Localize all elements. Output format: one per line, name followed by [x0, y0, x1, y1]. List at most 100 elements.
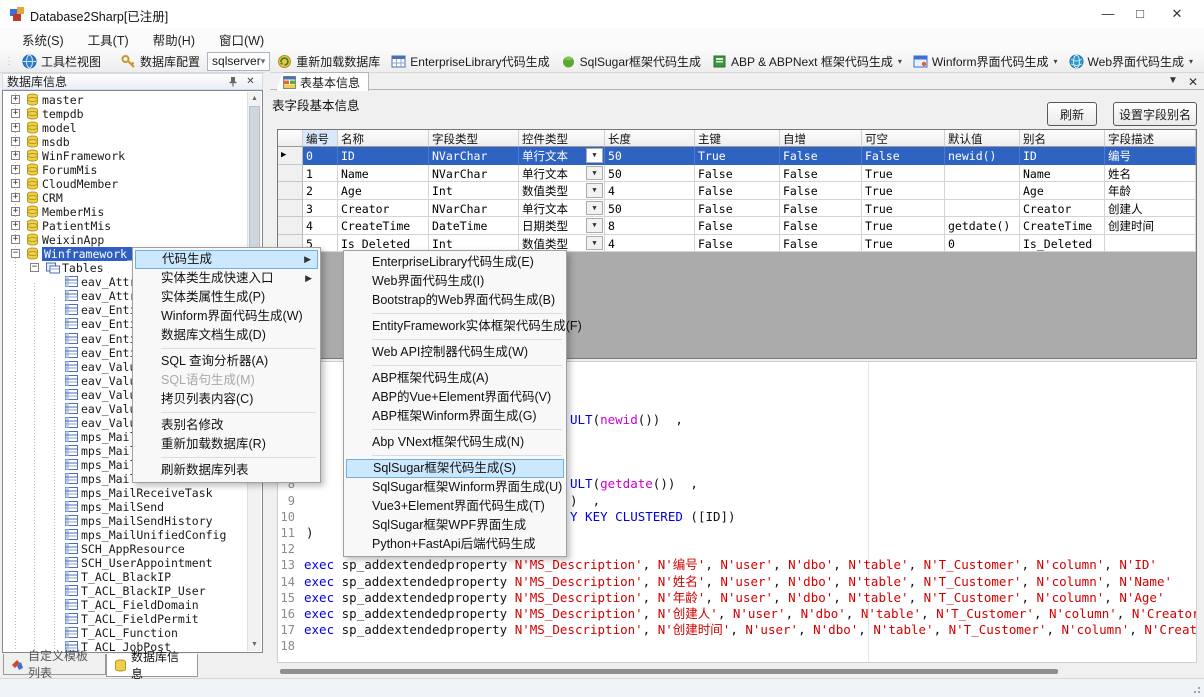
scroll-down-icon[interactable]: ▼ — [248, 638, 261, 651]
grid-cell[interactable]: False — [695, 165, 780, 183]
context-menu-item-1[interactable]: 实体类生成快速入口▶ — [135, 269, 318, 288]
grid-cell[interactable]: Name — [1020, 165, 1105, 183]
context-menu-item-0[interactable]: 代码生成▶ — [135, 250, 318, 269]
tree-table-item[interactable]: mps_MailSendHistory — [3, 514, 249, 528]
tree-db-ForumMis[interactable]: +ForumMis — [3, 163, 249, 177]
grid-cell[interactable]: False — [695, 182, 780, 200]
set-field-alias-button[interactable]: 设置字段别名 — [1113, 102, 1197, 126]
grid-cell[interactable]: False — [695, 200, 780, 218]
submenu-item-2[interactable]: Bootstrap的Web界面代码生成(B) — [346, 291, 564, 310]
tree-table-item[interactable]: T_ACL_BlackIP — [3, 570, 249, 584]
grid-cell[interactable]: 4 — [605, 182, 695, 200]
tree-expand-icon[interactable]: + — [11, 123, 20, 132]
scrollbar-thumb[interactable] — [249, 106, 260, 256]
tree-db-msdb[interactable]: +msdb — [3, 135, 249, 149]
tree-db-model[interactable]: +model — [3, 121, 249, 135]
submenu-item-12[interactable]: Abp VNext框架代码生成(N) — [346, 433, 564, 452]
scroll-up-icon[interactable]: ▲ — [248, 92, 261, 105]
grid-cell[interactable] — [945, 200, 1020, 218]
grid-cell[interactable]: 单行文本▼ — [519, 200, 605, 218]
grid-cell[interactable]: newid() — [945, 147, 1020, 165]
grid-cell[interactable]: CreateTime — [1020, 217, 1105, 235]
tree-table-item[interactable]: SCH_AppResource — [3, 542, 249, 556]
resize-grip[interactable] — [1191, 684, 1201, 694]
grid-col-header[interactable]: 自增 — [780, 130, 862, 147]
grid-cell[interactable]: 3 — [303, 200, 338, 218]
grid-cell[interactable]: 单行文本▼ — [519, 147, 605, 165]
combo-dropdown-icon[interactable]: ▼ — [586, 236, 603, 251]
toolbar-reload-button[interactable]: 重新加载数据库 — [273, 51, 384, 72]
submenu-item-4[interactable]: EntityFramework实体框架代码生成(F) — [346, 317, 564, 336]
grid-cell[interactable]: getdate() — [945, 217, 1020, 235]
grid-col-header[interactable]: 长度 — [605, 130, 695, 147]
menu-item-3[interactable]: 窗口(W) — [207, 28, 276, 51]
tree-expand-icon[interactable]: + — [11, 137, 20, 146]
tree-table-item[interactable]: T_ACL_FieldDomain — [3, 598, 249, 612]
tree-table-item[interactable]: mps_MailReceiveTask — [3, 486, 249, 500]
grid-col-header[interactable]: 主键 — [695, 130, 780, 147]
tree-expand-icon[interactable]: + — [11, 207, 20, 216]
grid-cell[interactable]: 50 — [605, 200, 695, 218]
grid-cell[interactable]: True — [862, 217, 945, 235]
database-type-select[interactable]: sqlserver ▾ — [207, 52, 270, 71]
grid-cell[interactable]: 创建时间 — [1105, 217, 1196, 235]
submenu-item-14[interactable]: SqlSugar框架代码生成(S) — [346, 459, 564, 478]
doc-close-icon[interactable]: ✕ — [1188, 75, 1198, 89]
grid-cell[interactable]: 50 — [605, 147, 695, 165]
grid-cell[interactable]: 单行文本▼ — [519, 165, 605, 183]
toolbar-sqlsugar-button[interactable]: SqlSugar框架代码生成 — [557, 51, 705, 72]
submenu-item-15[interactable]: SqlSugar框架Winform界面生成(U) — [346, 478, 564, 497]
code-line[interactable]: exec sp_addextendedproperty N'MS_Descrip… — [304, 590, 1164, 606]
grid-cell[interactable]: NVarChar — [429, 147, 519, 165]
close-panel-icon[interactable]: ✕ — [243, 76, 258, 87]
tree-table-item[interactable]: SCH_UserAppointment — [3, 556, 249, 570]
grid-cell[interactable]: 50 — [605, 165, 695, 183]
grid-cell[interactable]: 8 — [605, 217, 695, 235]
grid-col-header[interactable]: 默认值 — [945, 130, 1020, 147]
grid-cell[interactable]: NVarChar — [429, 165, 519, 183]
code-line[interactable]: Y KEY CLUSTERED ([ID]) — [570, 509, 736, 525]
grid-cell[interactable]: NVarChar — [429, 200, 519, 218]
grid-cell[interactable]: Age — [1020, 182, 1105, 200]
refresh-button[interactable]: 刷新 — [1047, 102, 1097, 126]
grid-cell[interactable]: Age — [338, 182, 429, 200]
grid-cell[interactable]: False — [862, 147, 945, 165]
grid-cell[interactable] — [1105, 235, 1196, 253]
grid-cell[interactable]: False — [780, 235, 862, 253]
submenu-item-16[interactable]: Vue3+Element界面代码生成(T) — [346, 497, 564, 516]
grid-cell[interactable]: Creator — [338, 200, 429, 218]
context-menu-item-11[interactable]: 重新加载数据库(R) — [135, 435, 318, 454]
grid-col-header[interactable]: 可空 — [862, 130, 945, 147]
tree-expand-icon[interactable]: + — [11, 193, 20, 202]
grid-cell[interactable]: False — [695, 235, 780, 253]
toolbar-dbconfig-button[interactable]: 数据库配置 — [117, 51, 204, 72]
grid-row-header[interactable] — [278, 217, 303, 235]
grid-cell[interactable]: True — [862, 165, 945, 183]
submenu-item-17[interactable]: SqlSugar框架WPF界面生成 — [346, 516, 564, 535]
close-button[interactable]: ✕ — [1157, 0, 1197, 28]
grid-cell[interactable]: False — [780, 217, 862, 235]
code-line[interactable]: exec sp_addextendedproperty N'MS_Descrip… — [304, 606, 1197, 622]
toolbar-winform-button[interactable]: Winform界面代码生成 ▾ — [909, 51, 1062, 72]
grid-cell[interactable]: Is_Deleted — [1020, 235, 1105, 253]
context-menu-item-13[interactable]: 刷新数据库列表 — [135, 461, 318, 480]
tree-expand-icon[interactable]: + — [11, 179, 20, 188]
grid-row-header[interactable] — [278, 182, 303, 200]
tree-db-master[interactable]: +master — [3, 93, 249, 107]
submenu-item-10[interactable]: ABP框架Winform界面生成(G) — [346, 407, 564, 426]
context-menu-item-8[interactable]: 拷贝列表内容(C) — [135, 390, 318, 409]
code-line[interactable]: ) — [306, 525, 314, 541]
submenu-item-18[interactable]: Python+FastApi后端代码生成 — [346, 535, 564, 554]
tab-custom-templates[interactable]: 自定义模板列表 — [3, 654, 106, 675]
tab-table-basic-info[interactable]: 表基本信息 — [276, 72, 369, 91]
grid-cell[interactable]: 日期类型▼ — [519, 217, 605, 235]
pin-icon[interactable] — [228, 76, 243, 87]
grid-cell[interactable] — [945, 182, 1020, 200]
code-hscrollbar-thumb[interactable] — [280, 669, 1058, 674]
grid-cell[interactable]: True — [862, 235, 945, 253]
toolbar-web-button[interactable]: Web界面代码生成 ▾ — [1065, 51, 1197, 72]
tree-expand-icon[interactable]: + — [11, 165, 20, 174]
grid-cell[interactable]: 4 — [605, 235, 695, 253]
tree-db-WeixinApp[interactable]: +WeixinApp — [3, 233, 249, 247]
grid-cell[interactable]: 0 — [945, 235, 1020, 253]
